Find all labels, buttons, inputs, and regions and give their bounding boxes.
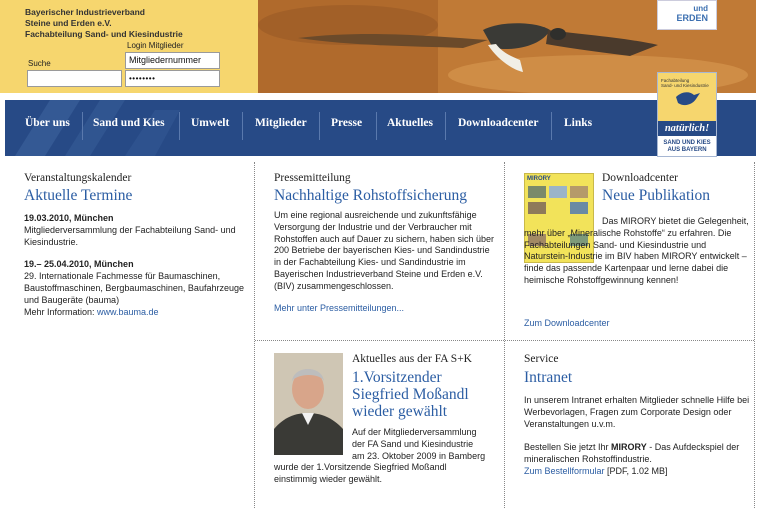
nav-divider	[242, 112, 243, 140]
row-divider	[255, 340, 754, 341]
naturlich-badge[interactable]: Fachabteilung Sand- und Kiesindustrie na…	[657, 72, 717, 157]
badge-top-line: Sand- und Kiesindustrie	[661, 83, 709, 88]
news-kicker: Aktuelles aus der FA S+K	[352, 353, 472, 365]
news-headline-line: 1.Vorsitzender	[352, 369, 442, 386]
nav-item-ueber-uns[interactable]: Über uns	[25, 117, 70, 129]
search-input[interactable]	[27, 70, 122, 87]
biv-logo[interactable]: und ERDEN	[657, 0, 717, 30]
more-info-label: Mehr Information:	[24, 306, 98, 317]
nav-divider	[376, 112, 377, 140]
cover-thumb	[528, 202, 546, 214]
order-form-row: Zum Bestellformular [PDF, 1.02 MB]	[524, 466, 750, 478]
order-form-size: [PDF, 1.02 MB]	[604, 465, 668, 476]
news-text-line: wurde der 1.Vorsitzende Siegfried Moßand…	[274, 462, 447, 472]
news-text-line: der FA Sand und Kiesindustrie	[352, 438, 474, 449]
order-form-link[interactable]: Zum Bestellformular	[524, 466, 605, 476]
news-headline-line: wieder gewählt	[352, 403, 448, 420]
member-number-field[interactable]: Mitgliedernummer	[125, 52, 220, 69]
badge-bottom-line: AUS BAYERN	[667, 147, 707, 153]
portrait-image	[274, 353, 343, 455]
download-section: Downloadcenter Neue Publikation	[602, 172, 752, 204]
news-text-line: am 23. Oktober 2009 in Bamberg	[352, 450, 486, 461]
download-description: Das MIRORY bietet die Gelegenheit, mehr …	[524, 216, 749, 285]
service-kicker: Service	[524, 353, 559, 365]
nav-divider	[445, 112, 446, 140]
news-text-line: einstimmig wieder gewählt.	[274, 473, 383, 484]
nav-item-mitglieder[interactable]: Mitglieder	[255, 117, 307, 129]
service-order-text: Bestellen Sie jetzt Ihr MIRORY - Das Auf…	[524, 442, 750, 466]
badge-bottom-line: SAND UND KIES	[663, 140, 711, 146]
news-text-right: Auf der Mitgliederversammlung der FA San…	[352, 427, 485, 462]
event-2-title: 19.– 25.04.2010, München	[24, 259, 134, 270]
order-prefix: Bestellen Sie jetzt Ihr	[524, 442, 612, 453]
calendar-headline: Aktuelle Termine	[24, 187, 133, 204]
org-line: Fachabteilung Sand- und Kiesindustrie	[25, 29, 183, 39]
event-1-title: 19.03.2010, München	[24, 213, 114, 223]
news-headline-line: Siegfried Moßandl	[352, 386, 469, 403]
org-line: Steine und Erden e.V.	[25, 18, 112, 28]
nav-item-umwelt[interactable]: Umwelt	[191, 117, 229, 129]
cover-thumb	[528, 186, 546, 198]
org-line: Bayerischer Industrieverband	[25, 7, 145, 17]
password-field[interactable]: ••••••••	[125, 70, 220, 87]
event-2-more: Mehr Information: www.bauma.de	[24, 307, 246, 319]
badge-bottom-text: SAND UND KIES AUS BAYERN	[658, 140, 716, 154]
news-text-bottom: wurde der 1.Vorsitzende Siegfried Moßand…	[274, 462, 447, 486]
event-1-text: Mitgliederversammlung der Fachabteilung …	[24, 224, 236, 247]
news-headline: 1.Vorsitzender Siegfried Moßandl wieder …	[352, 369, 502, 420]
order-bold: MIRORY	[611, 442, 647, 453]
event-2-text: 29. Internationale Fachmesse für Baumasc…	[24, 271, 244, 305]
press-more-link[interactable]: Mehr unter Pressemitteilungen...	[274, 303, 498, 315]
nav-item-presse[interactable]: Presse	[331, 117, 362, 129]
badge-top-text: Fachabteilung Sand- und Kiesindustrie	[661, 78, 709, 88]
nav-item-links[interactable]: Links	[564, 117, 592, 129]
press-headline: Nachhaltige Rohstoffsicherung	[274, 187, 467, 204]
column-divider	[254, 162, 255, 508]
column-divider	[754, 162, 755, 508]
nav-divider	[82, 112, 83, 140]
login-label: Login Mitglieder	[127, 41, 184, 50]
nav-divider	[179, 112, 180, 140]
news-section: Aktuelles aus der FA S+K 1.Vorsitzender …	[352, 353, 502, 420]
badge-slogan: natürlich!	[658, 121, 716, 136]
calendar-section: Veranstaltungskalender Aktuelle Termine …	[24, 172, 246, 318]
cover-thumb	[549, 186, 567, 198]
column-divider	[504, 162, 505, 508]
download-text: Das MIRORY bietet die Gelegenheit, mehr …	[524, 216, 752, 287]
calendar-kicker: Veranstaltungskalender	[24, 172, 132, 184]
service-headline: Intranet	[524, 369, 573, 386]
service-text: In unserem Intranet erhalten Mitglieder …	[524, 395, 750, 429]
logo-text-und: und	[693, 4, 708, 13]
download-kicker: Downloadcenter	[602, 172, 678, 184]
main-navigation: Über uns Sand und Kies Umwelt Mitglieder…	[5, 100, 756, 156]
search-label: Suche	[28, 59, 51, 68]
nav-item-sand-und-kies[interactable]: Sand und Kies	[93, 117, 165, 129]
press-section: Pressemitteilung Nachhaltige Rohstoffsic…	[274, 172, 498, 314]
chairman-portrait	[274, 353, 343, 455]
organisation-name: Bayerischer Industrieverband Steine und …	[25, 7, 183, 40]
nav-item-aktuelles[interactable]: Aktuelles	[387, 117, 433, 129]
press-text: Um eine regional ausreichende und zukunf…	[274, 210, 494, 291]
download-center-link[interactable]: Zum Downloadcenter	[524, 318, 610, 330]
bird-logo-icon	[676, 92, 700, 106]
nav-divider	[551, 112, 552, 140]
nav-item-downloadcenter[interactable]: Downloadcenter	[458, 117, 539, 129]
press-kicker: Pressemitteilung	[274, 172, 351, 184]
nav-divider	[319, 112, 320, 140]
cover-thumb	[570, 202, 588, 214]
cover-title: MIRORY	[527, 176, 551, 182]
download-headline: Neue Publikation	[602, 187, 711, 204]
news-text-line: Auf der Mitgliederversammlung	[352, 427, 477, 437]
logo-text-erden: ERDEN	[676, 13, 708, 23]
cover-thumb	[570, 186, 588, 198]
service-section: Service Intranet In unserem Intranet erh…	[524, 353, 750, 478]
bauma-link[interactable]: www.bauma.de	[97, 307, 159, 317]
